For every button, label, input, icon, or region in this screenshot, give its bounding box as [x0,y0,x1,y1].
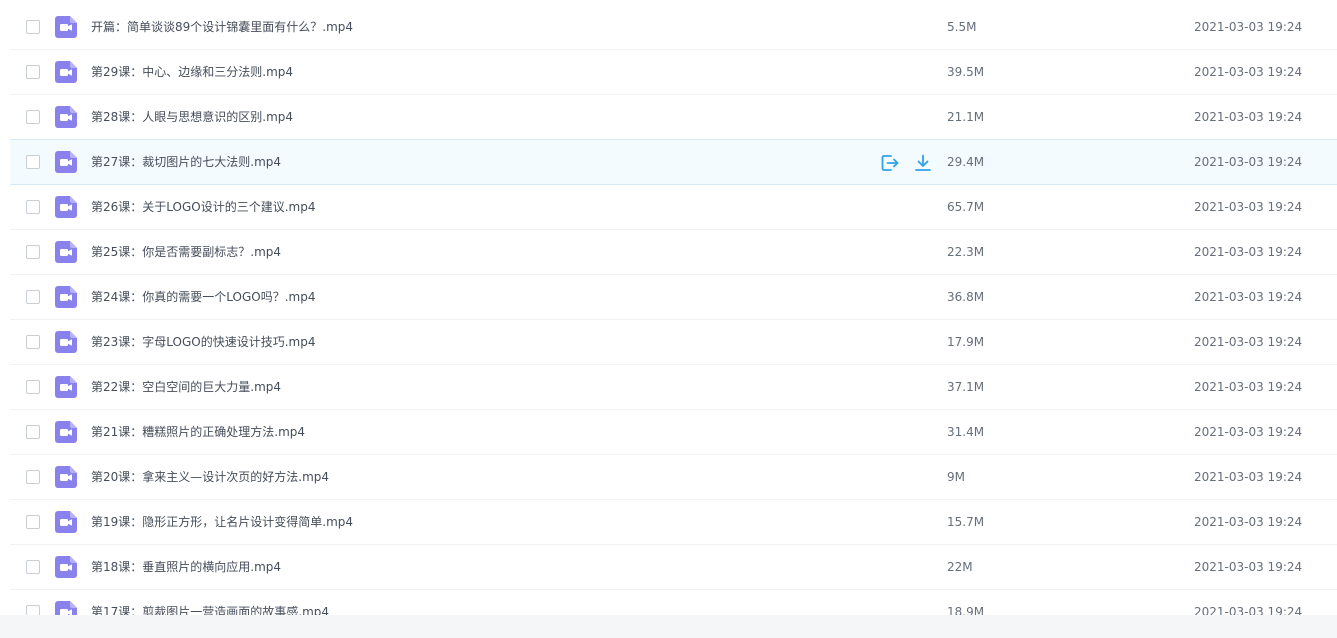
file-name[interactable]: 开篇：简单谈谈89个设计锦囊里面有什么？.mp4 [91,5,353,49]
file-row[interactable]: 第25课：你是否需要副标志？.mp4 22.3M 2021-03-03 19:24 [10,230,1337,275]
video-file-icon [55,421,77,443]
file-size: 9M [947,470,965,484]
file-date: 2021-03-03 19:24 [1194,380,1303,394]
file-size: 18.9M [947,605,985,615]
file-size: 15.7M [947,515,985,529]
file-name[interactable]: 第24课：你真的需要一个LOGO吗？.mp4 [91,275,315,319]
row-checkbox[interactable] [26,110,40,124]
file-name[interactable]: 第29课：中心、边缘和三分法则.mp4 [91,50,293,94]
row-checkbox[interactable] [26,515,40,529]
video-file-icon [55,241,77,263]
video-file-icon [55,511,77,533]
row-checkbox[interactable] [26,425,40,439]
video-file-icon [55,376,77,398]
file-row[interactable]: 开篇：简单谈谈89个设计锦囊里面有什么？.mp4 5.5M 2021-03-03 1… [10,5,1337,50]
file-name[interactable]: 第20课：拿来主义—设计次页的好方法.mp4 [91,455,329,499]
file-row[interactable]: 第28课：人眼与思想意识的区别.mp4 21.1M 2021-03-03 19:24 [10,95,1337,140]
file-row[interactable]: 第29课：中心、边缘和三分法则.mp4 39.5M 2021-03-03 19:24 [10,50,1337,95]
file-name[interactable]: 第23课：字母LOGO的快速设计技巧.mp4 [91,320,315,364]
row-checkbox[interactable] [26,290,40,304]
row-checkbox[interactable] [26,200,40,214]
file-size: 17.9M [947,335,985,349]
file-name[interactable]: 第21课：糟糕照片的正确处理方法.mp4 [91,410,305,454]
file-name[interactable]: 第22课：空白空间的巨大力量.mp4 [91,365,281,409]
row-checkbox[interactable] [26,335,40,349]
file-date: 2021-03-03 19:24 [1194,110,1303,124]
video-file-icon [55,61,77,83]
file-row[interactable]: 第18课：垂直照片的横向应用.mp4 22M 2021-03-03 19:24 [10,545,1337,590]
file-size: 5.5M [947,20,977,34]
file-row[interactable]: 第26课：关于LOGO设计的三个建议.mp4 65.7M 2021-03-03 19… [10,185,1337,230]
file-name[interactable]: 第25课：你是否需要副标志？.mp4 [91,230,281,274]
download-icon[interactable] [913,153,933,173]
row-checkbox[interactable] [26,470,40,484]
file-size: 22.3M [947,245,985,259]
file-list-viewport[interactable]: 开篇：简单谈谈89个设计锦囊里面有什么？.mp4 5.5M 2021-03-03 1… [0,0,1337,615]
file-date: 2021-03-03 19:24 [1194,155,1303,169]
video-file-icon [55,16,77,38]
file-date: 2021-03-03 19:24 [1194,290,1303,304]
file-row[interactable]: 第19课：隐形正方形，让名片设计变得简单.mp4 15.7M 2021-03-03 … [10,500,1337,545]
file-name[interactable]: 第19课：隐形正方形，让名片设计变得简单.mp4 [91,500,353,544]
file-date: 2021-03-03 19:24 [1194,560,1303,574]
file-date: 2021-03-03 19:24 [1194,200,1303,214]
video-file-icon [55,286,77,308]
file-name[interactable]: 第28课：人眼与思想意识的区别.mp4 [91,95,293,139]
file-name[interactable]: 第26课：关于LOGO设计的三个建议.mp4 [91,185,315,229]
file-date: 2021-03-03 19:24 [1194,515,1303,529]
file-date: 2021-03-03 19:24 [1194,20,1303,34]
video-file-icon [55,196,77,218]
share-icon[interactable] [880,153,900,173]
video-file-icon [55,331,77,353]
file-date: 2021-03-03 19:24 [1194,470,1303,484]
file-size: 21.1M [947,110,985,124]
file-size: 36.8M [947,290,985,304]
file-date: 2021-03-03 19:24 [1194,65,1303,79]
video-file-icon [55,556,77,578]
file-size: 37.1M [947,380,985,394]
file-row[interactable]: 第24课：你真的需要一个LOGO吗？.mp4 36.8M 2021-03-03 19… [10,275,1337,320]
file-row[interactable]: 第17课：剪裁图片一营造画面的故事感.mp4 18.9M 2021-03-03 19… [10,590,1337,615]
file-list: 开篇：简单谈谈89个设计锦囊里面有什么？.mp4 5.5M 2021-03-03 1… [10,5,1337,615]
video-file-icon [55,466,77,488]
file-date: 2021-03-03 19:24 [1194,605,1303,615]
file-name[interactable]: 第17课：剪裁图片一营造画面的故事感.mp4 [91,590,329,615]
row-checkbox[interactable] [26,605,40,615]
file-row[interactable]: 第22课：空白空间的巨大力量.mp4 37.1M 2021-03-03 19:24 [10,365,1337,410]
row-checkbox[interactable] [26,20,40,34]
file-row[interactable]: 第21课：糟糕照片的正确处理方法.mp4 31.4M 2021-03-03 19:2… [10,410,1337,455]
file-name[interactable]: 第18课：垂直照片的横向应用.mp4 [91,545,281,589]
row-checkbox[interactable] [26,380,40,394]
file-date: 2021-03-03 19:24 [1194,425,1303,439]
file-date: 2021-03-03 19:24 [1194,245,1303,259]
file-size: 65.7M [947,200,985,214]
video-file-icon [55,106,77,128]
file-row[interactable]: 第20课：拿来主义—设计次页的好方法.mp4 9M 2021-03-03 19:24 [10,455,1337,500]
file-size: 39.5M [947,65,985,79]
bottom-bar [0,615,1337,638]
file-size: 22M [947,560,973,574]
row-checkbox[interactable] [26,560,40,574]
file-size: 29.4M [947,155,985,169]
file-name[interactable]: 第27课：裁切图片的七大法则.mp4 [91,140,281,184]
row-checkbox[interactable] [26,245,40,259]
row-checkbox[interactable] [26,155,40,169]
file-size: 31.4M [947,425,985,439]
row-checkbox[interactable] [26,65,40,79]
video-file-icon [55,151,77,173]
video-file-icon [55,601,77,615]
file-date: 2021-03-03 19:24 [1194,335,1303,349]
file-row[interactable]: 第27课：裁切图片的七大法则.mp4 29.4M 2021-03-03 19:24 [10,139,1337,185]
file-row[interactable]: 第23课：字母LOGO的快速设计技巧.mp4 17.9M 2021-03-03 19… [10,320,1337,365]
